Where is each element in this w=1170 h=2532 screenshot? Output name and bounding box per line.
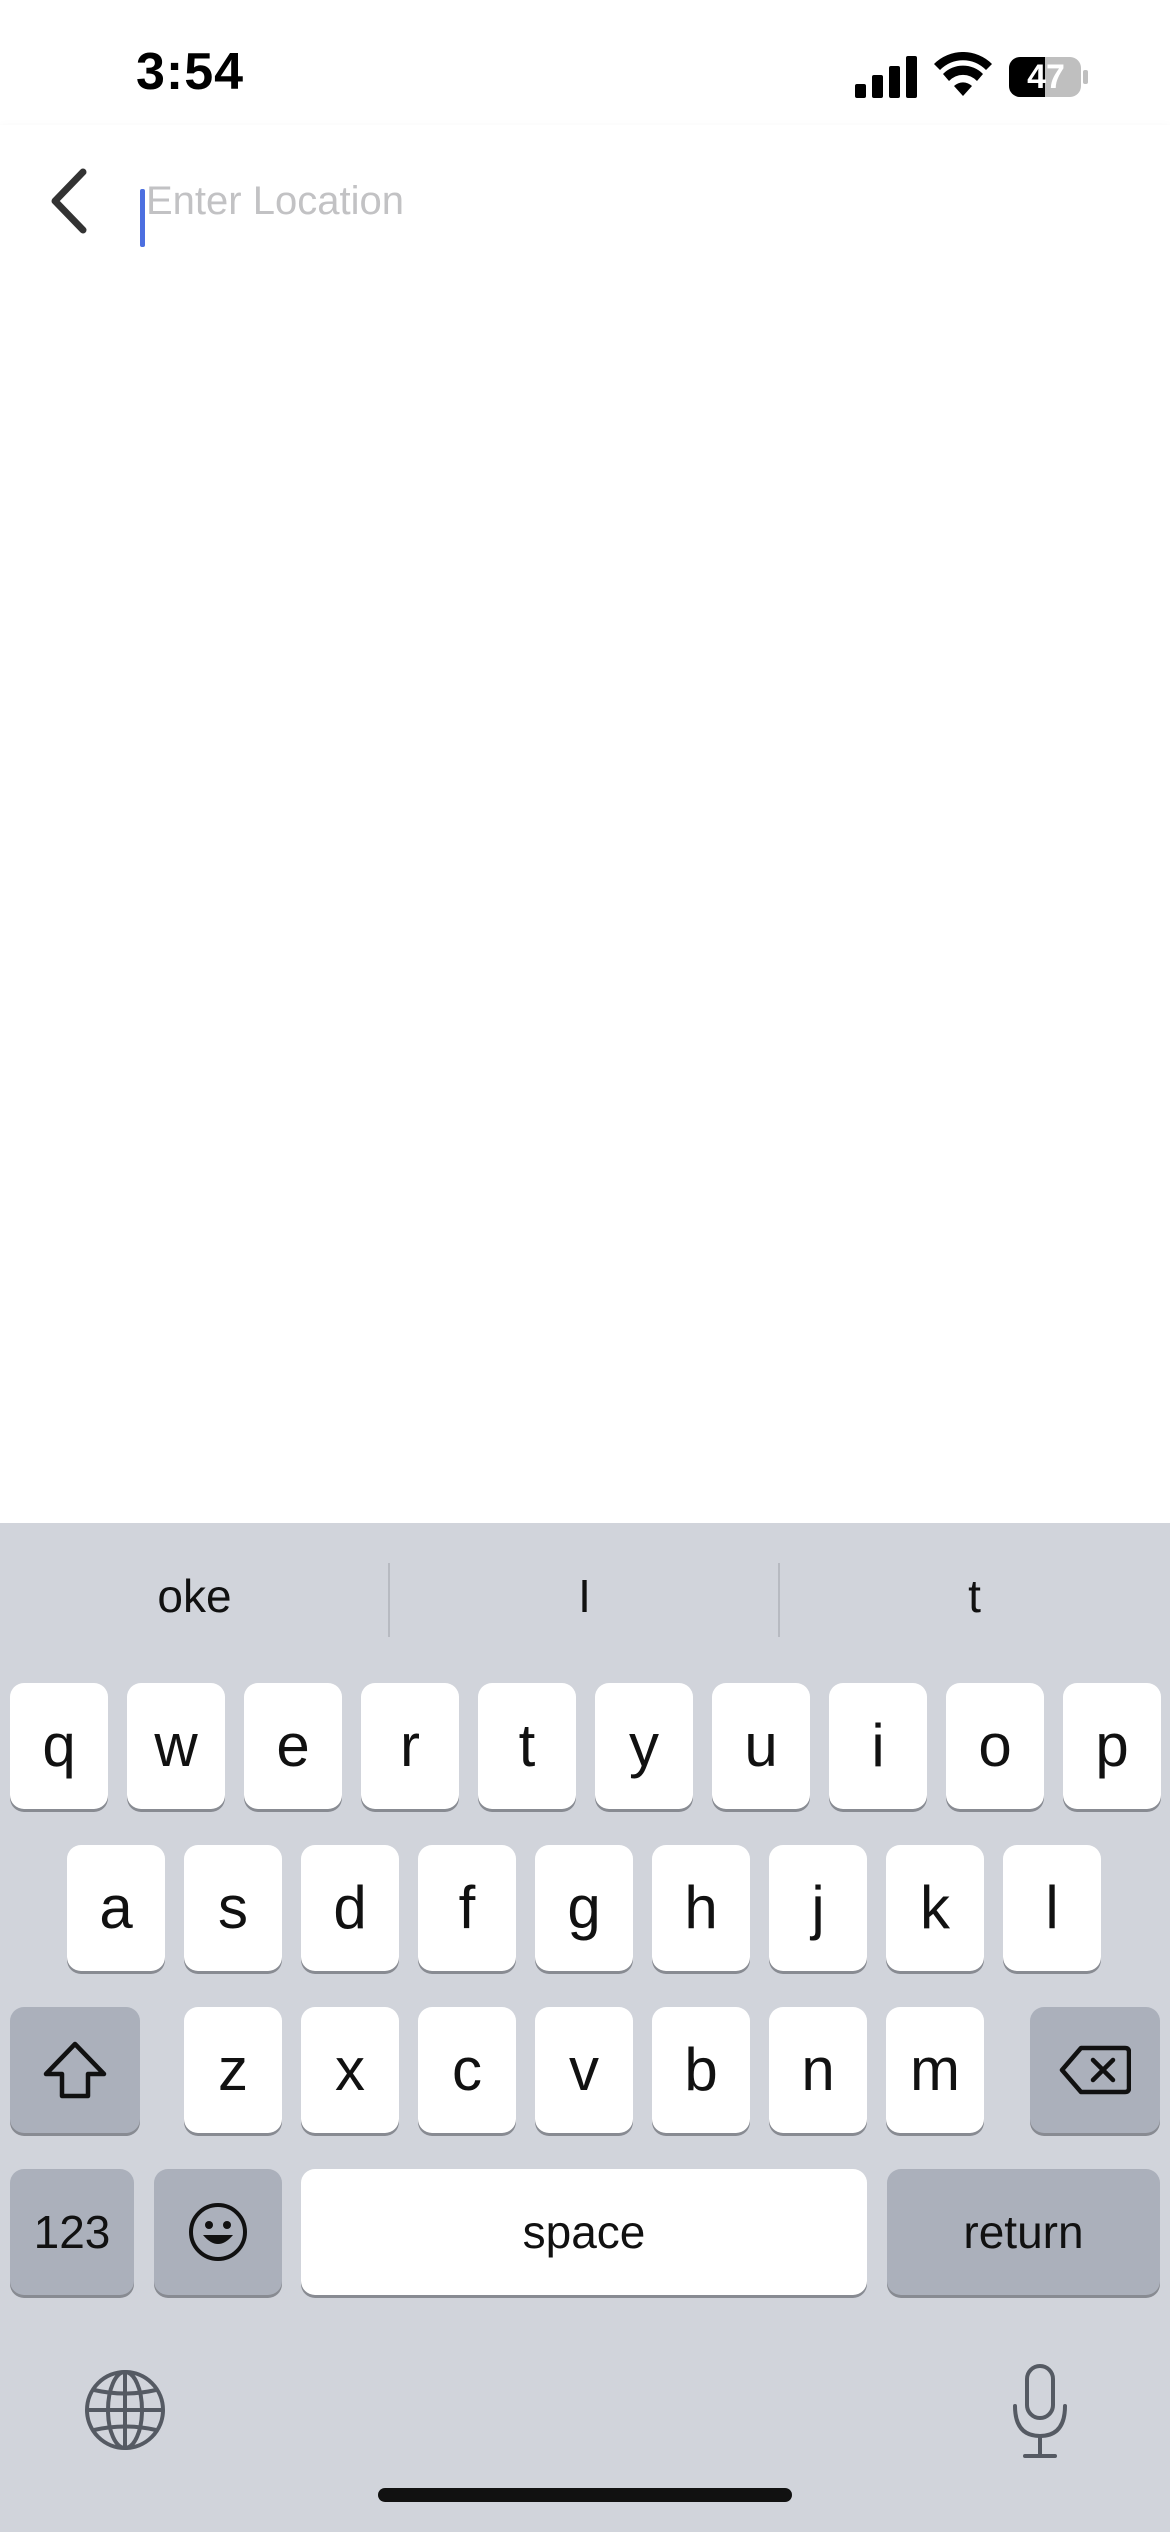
key-label: x bbox=[335, 2036, 365, 2103]
key-label: d bbox=[333, 1874, 367, 1941]
emoji-icon bbox=[189, 2203, 247, 2261]
key-q[interactable]: q bbox=[10, 1683, 108, 1809]
key-f[interactable]: f bbox=[418, 1845, 516, 1971]
suggestion-item[interactable]: t bbox=[780, 1551, 1169, 1641]
key-u[interactable]: u bbox=[712, 1683, 810, 1809]
key-i[interactable]: i bbox=[829, 1683, 927, 1809]
key-label: s bbox=[218, 1874, 248, 1941]
microphone-icon[interactable] bbox=[1005, 2362, 1075, 2462]
shift-key[interactable] bbox=[10, 2007, 140, 2133]
key-c[interactable]: c bbox=[418, 2007, 516, 2133]
key-r[interactable]: r bbox=[361, 1683, 459, 1809]
home-indicator bbox=[378, 2488, 792, 2502]
key-label: q bbox=[42, 1712, 76, 1779]
key-label: p bbox=[1095, 1712, 1129, 1779]
key-b[interactable]: b bbox=[652, 2007, 750, 2133]
key-t[interactable]: t bbox=[478, 1683, 576, 1809]
predictive-bar: oke I t bbox=[0, 1523, 1170, 1673]
battery-level: 47 bbox=[1027, 58, 1065, 96]
results-area bbox=[0, 277, 1170, 1523]
key-label: l bbox=[1045, 1874, 1059, 1941]
location-search-header bbox=[0, 125, 1170, 277]
key-label: b bbox=[684, 2036, 718, 2103]
key-label: y bbox=[629, 1712, 659, 1779]
key-d[interactable]: d bbox=[301, 1845, 399, 1971]
delete-icon bbox=[1059, 2045, 1131, 2095]
key-l[interactable]: l bbox=[1003, 1845, 1101, 1971]
cellular-signal-icon bbox=[855, 56, 917, 98]
key-label: n bbox=[801, 2036, 835, 2103]
key-label: t bbox=[518, 1712, 536, 1779]
key-s[interactable]: s bbox=[184, 1845, 282, 1971]
key-z[interactable]: z bbox=[184, 2007, 282, 2133]
key-label: return bbox=[963, 2206, 1084, 2258]
key-label: c bbox=[452, 2036, 482, 2103]
emoji-key[interactable] bbox=[154, 2169, 282, 2295]
key-label: 123 bbox=[33, 2206, 111, 2258]
key-label: o bbox=[978, 1712, 1012, 1779]
key-label: h bbox=[684, 1874, 718, 1941]
key-k[interactable]: k bbox=[886, 1845, 984, 1971]
key-e[interactable]: e bbox=[244, 1683, 342, 1809]
suggestion-item[interactable]: oke bbox=[0, 1551, 389, 1641]
suggestion-item[interactable]: I bbox=[390, 1551, 779, 1641]
globe-icon[interactable] bbox=[80, 2365, 170, 2455]
key-label: m bbox=[910, 2036, 960, 2103]
back-button[interactable] bbox=[30, 159, 110, 243]
key-g[interactable]: g bbox=[535, 1845, 633, 1971]
key-label: w bbox=[154, 1712, 198, 1779]
key-label: j bbox=[811, 1874, 825, 1941]
key-label: a bbox=[99, 1874, 133, 1941]
key-label: u bbox=[744, 1712, 778, 1779]
text-caret bbox=[140, 189, 145, 247]
key-label: r bbox=[400, 1712, 420, 1779]
key-label: i bbox=[871, 1712, 885, 1779]
key-v[interactable]: v bbox=[535, 2007, 633, 2133]
key-y[interactable]: y bbox=[595, 1683, 693, 1809]
key-a[interactable]: a bbox=[67, 1845, 165, 1971]
space-key[interactable]: space bbox=[301, 2169, 867, 2295]
key-label: g bbox=[567, 1874, 601, 1941]
status-bar: 3:54 47 bbox=[0, 0, 1170, 125]
key-label: f bbox=[458, 1874, 476, 1941]
wifi-icon bbox=[934, 52, 992, 96]
key-j[interactable]: j bbox=[769, 1845, 867, 1971]
key-w[interactable]: w bbox=[127, 1683, 225, 1809]
key-x[interactable]: x bbox=[301, 2007, 399, 2133]
delete-key[interactable] bbox=[1030, 2007, 1160, 2133]
key-label: v bbox=[569, 2036, 599, 2103]
shift-icon bbox=[43, 2041, 107, 2099]
key-label: z bbox=[218, 2036, 248, 2103]
key-h[interactable]: h bbox=[652, 1845, 750, 1971]
status-time: 3:54 bbox=[136, 43, 245, 101]
key-p[interactable]: p bbox=[1063, 1683, 1161, 1809]
key-o[interactable]: o bbox=[946, 1683, 1044, 1809]
key-n[interactable]: n bbox=[769, 2007, 867, 2133]
key-m[interactable]: m bbox=[886, 2007, 984, 2133]
key-label: k bbox=[920, 1874, 950, 1941]
battery-icon: 47 bbox=[1008, 55, 1090, 99]
key-label: e bbox=[276, 1712, 310, 1779]
numbers-key[interactable]: 123 bbox=[10, 2169, 134, 2295]
key-label: space bbox=[522, 2206, 646, 2258]
location-input[interactable] bbox=[140, 161, 1126, 241]
return-key[interactable]: return bbox=[887, 2169, 1160, 2295]
chevron-left-icon bbox=[51, 168, 87, 234]
